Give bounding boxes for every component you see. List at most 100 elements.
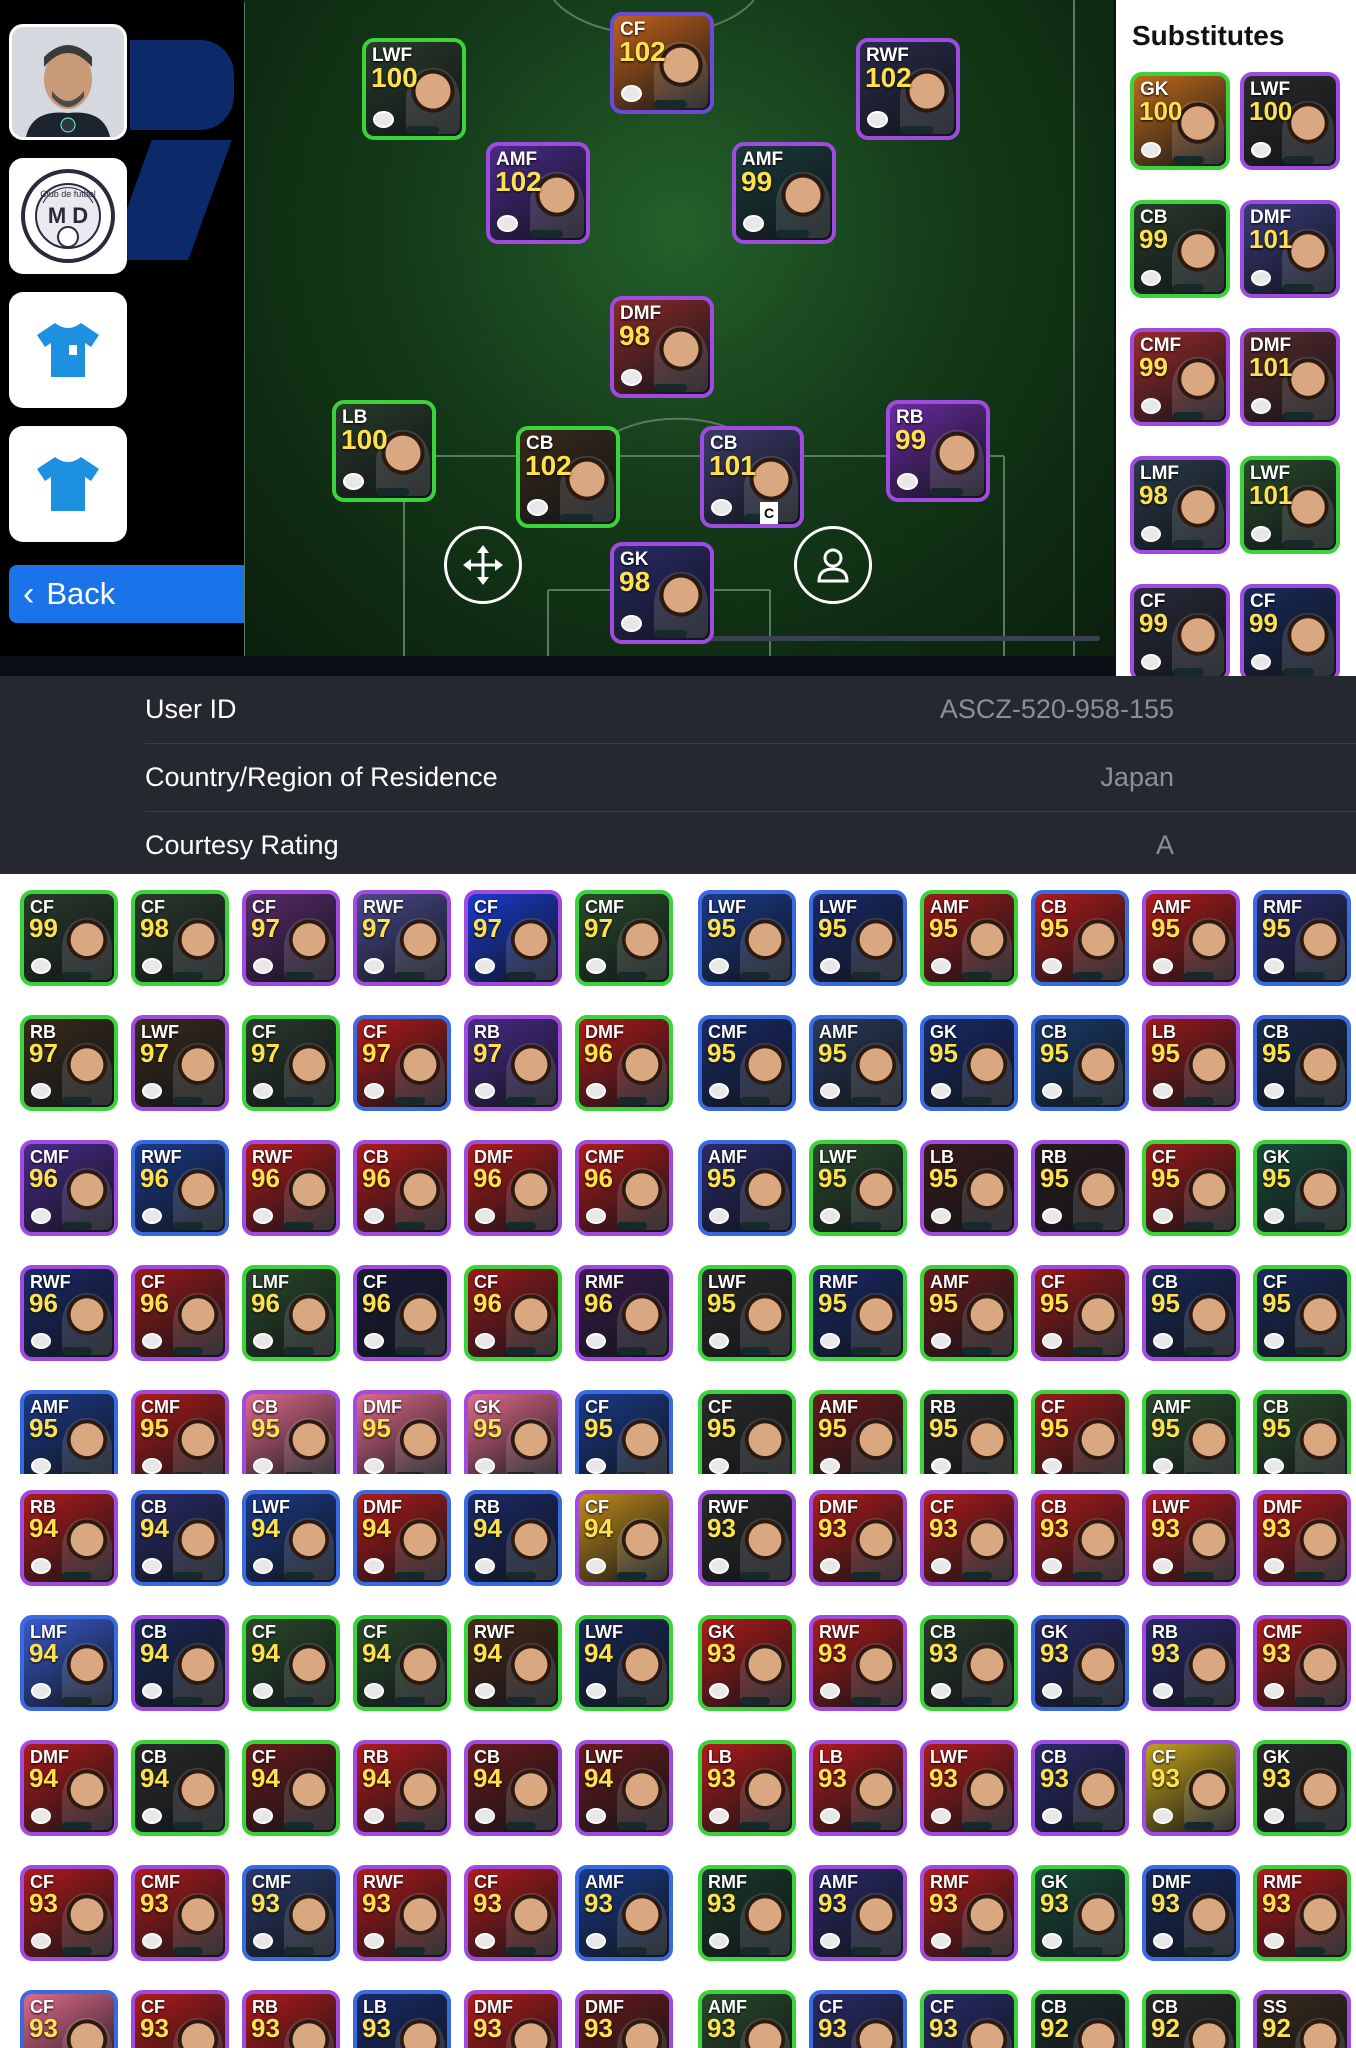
- player-card[interactable]: CF 93: [20, 1865, 118, 1961]
- player-card[interactable]: LWF 93: [920, 1740, 1018, 1836]
- player-card[interactable]: CB 95: [242, 1390, 340, 1474]
- club-emblem-button[interactable]: Club de futbol M D: [9, 158, 127, 274]
- player-card[interactable]: DMF 93: [1142, 1865, 1240, 1961]
- player-card[interactable]: AMF 99: [732, 142, 836, 244]
- player-card[interactable]: CF 94: [353, 1615, 451, 1711]
- player-card[interactable]: CMF 93: [242, 1865, 340, 1961]
- player-card[interactable]: CF 93: [920, 1990, 1018, 2048]
- player-card[interactable]: DMF 96: [575, 1015, 673, 1111]
- player-card[interactable]: LMF 98: [1130, 456, 1230, 554]
- player-card[interactable]: AMF 95: [1142, 1390, 1240, 1474]
- player-card[interactable]: RWF 96: [131, 1140, 229, 1236]
- player-card[interactable]: CF 93: [809, 1990, 907, 2048]
- player-card[interactable]: RB 94: [353, 1740, 451, 1836]
- player-card[interactable]: DMF 101: [1240, 200, 1340, 298]
- player-card[interactable]: RB 97: [464, 1015, 562, 1111]
- player-card[interactable]: RB 99: [886, 400, 990, 502]
- player-card[interactable]: CB 101: [700, 426, 804, 528]
- player-card[interactable]: CF 97: [464, 890, 562, 986]
- player-card[interactable]: RMF 93: [920, 1865, 1018, 1961]
- player-card[interactable]: GK 93: [698, 1615, 796, 1711]
- player-card[interactable]: RWF 93: [809, 1615, 907, 1711]
- player-card[interactable]: CB 93: [1031, 1740, 1129, 1836]
- player-card[interactable]: CF 94: [575, 1490, 673, 1586]
- player-card[interactable]: RWF 96: [242, 1140, 340, 1236]
- player-card[interactable]: LWF 94: [242, 1490, 340, 1586]
- player-card[interactable]: CF 102: [610, 12, 714, 114]
- player-card[interactable]: SS 92: [1253, 1990, 1351, 2048]
- player-card[interactable]: AMF 93: [698, 1990, 796, 2048]
- player-card[interactable]: AMF 95: [698, 1140, 796, 1236]
- player-card[interactable]: CB 95: [1253, 1015, 1351, 1111]
- player-card[interactable]: RWF 96: [20, 1265, 118, 1361]
- player-card[interactable]: DMF 101: [1240, 328, 1340, 426]
- player-card[interactable]: LWF 93: [1142, 1490, 1240, 1586]
- player-card[interactable]: CF 95: [1253, 1265, 1351, 1361]
- player-card[interactable]: CB 94: [464, 1740, 562, 1836]
- player-card[interactable]: CB 92: [1031, 1990, 1129, 2048]
- player-card[interactable]: CB 94: [131, 1490, 229, 1586]
- player-card[interactable]: AMF 95: [809, 1015, 907, 1111]
- player-card[interactable]: LB 100: [332, 400, 436, 502]
- player-card[interactable]: CB 95: [1142, 1265, 1240, 1361]
- player-card[interactable]: CF 93: [920, 1490, 1018, 1586]
- player-card[interactable]: LWF 95: [809, 1140, 907, 1236]
- player-card[interactable]: RWF 93: [698, 1490, 796, 1586]
- player-card[interactable]: LWF 95: [698, 1265, 796, 1361]
- player-card[interactable]: CF 95: [575, 1390, 673, 1474]
- player-card[interactable]: CB 96: [353, 1140, 451, 1236]
- player-card[interactable]: CF 95: [1142, 1140, 1240, 1236]
- player-card[interactable]: GK 95: [464, 1390, 562, 1474]
- player-card[interactable]: LWF 94: [575, 1615, 673, 1711]
- player-card[interactable]: DMF 93: [464, 1990, 562, 2048]
- player-card[interactable]: LWF 94: [575, 1740, 673, 1836]
- player-card[interactable]: RWF 97: [353, 890, 451, 986]
- player-card[interactable]: GK 98: [610, 542, 714, 644]
- player-card[interactable]: LWF 95: [809, 890, 907, 986]
- player-card[interactable]: LMF 94: [20, 1615, 118, 1711]
- player-card[interactable]: LWF 100: [362, 38, 466, 140]
- player-card[interactable]: GK 93: [1031, 1615, 1129, 1711]
- player-card[interactable]: DMF 95: [353, 1390, 451, 1474]
- horizontal-scrollbar[interactable]: [708, 636, 1100, 641]
- player-card[interactable]: LB 95: [1142, 1015, 1240, 1111]
- player-card[interactable]: CB 93: [1031, 1490, 1129, 1586]
- player-card[interactable]: LMF 96: [242, 1265, 340, 1361]
- player-card[interactable]: GK 95: [1253, 1140, 1351, 1236]
- player-card[interactable]: CF 96: [464, 1265, 562, 1361]
- player-card[interactable]: AMF 95: [920, 890, 1018, 986]
- player-card[interactable]: AMF 102: [486, 142, 590, 244]
- player-card[interactable]: CB 95: [1253, 1390, 1351, 1474]
- player-card[interactable]: CF 99: [1240, 584, 1340, 676]
- player-card[interactable]: AMF 93: [809, 1865, 907, 1961]
- player-card[interactable]: AMF 93: [575, 1865, 673, 1961]
- player-card[interactable]: CF 95: [1031, 1265, 1129, 1361]
- player-card[interactable]: GK 93: [1031, 1865, 1129, 1961]
- player-card[interactable]: CF 93: [1142, 1740, 1240, 1836]
- player-card[interactable]: DMF 93: [809, 1490, 907, 1586]
- player-card[interactable]: CF 95: [698, 1390, 796, 1474]
- player-card[interactable]: DMF 98: [610, 296, 714, 398]
- player-card[interactable]: CF 97: [242, 890, 340, 986]
- player-card[interactable]: CB 92: [1142, 1990, 1240, 2048]
- player-card[interactable]: CF 96: [131, 1265, 229, 1361]
- player-card[interactable]: RB 94: [20, 1490, 118, 1586]
- player-card[interactable]: DMF 94: [353, 1490, 451, 1586]
- player-card[interactable]: CF 97: [353, 1015, 451, 1111]
- player-card[interactable]: RMF 93: [698, 1865, 796, 1961]
- player-card[interactable]: RMF 95: [1253, 890, 1351, 986]
- player-card[interactable]: RB 95: [920, 1390, 1018, 1474]
- player-card[interactable]: CB 95: [1031, 1015, 1129, 1111]
- player-card[interactable]: DMF 96: [464, 1140, 562, 1236]
- player-card[interactable]: CF 99: [1130, 584, 1230, 676]
- player-card[interactable]: CF 94: [242, 1740, 340, 1836]
- player-card[interactable]: AMF 95: [809, 1390, 907, 1474]
- player-card[interactable]: CMF 93: [1253, 1615, 1351, 1711]
- player-card[interactable]: LB 93: [698, 1740, 796, 1836]
- player-card[interactable]: RB 95: [1031, 1140, 1129, 1236]
- player-card[interactable]: CMF 99: [1130, 328, 1230, 426]
- player-card[interactable]: AMF 95: [1142, 890, 1240, 986]
- back-button[interactable]: ‹ Back: [9, 565, 277, 623]
- player-card[interactable]: CF 93: [131, 1990, 229, 2048]
- player-card[interactable]: CMF 96: [20, 1140, 118, 1236]
